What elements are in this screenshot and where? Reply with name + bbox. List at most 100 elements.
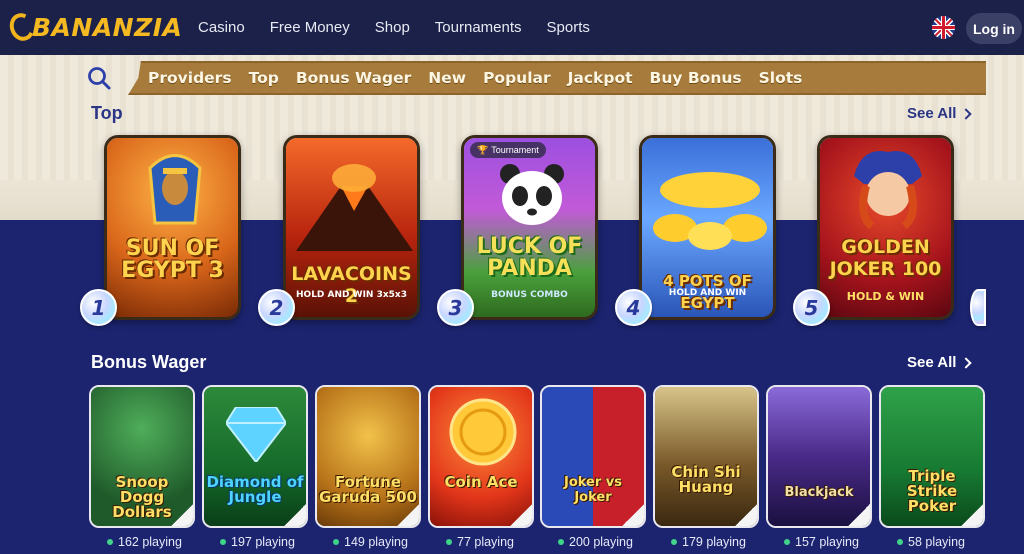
top-see-all-link[interactable]: See All: [907, 105, 973, 122]
bonus-game-card[interactable]: Chin Shi Huang: [653, 385, 759, 528]
playing-count: 149 playing: [333, 535, 408, 549]
online-dot-icon: [784, 539, 790, 545]
bonus-game-card[interactable]: Triple Strike Poker: [879, 385, 985, 528]
bonus-game-card[interactable]: Fortune Garuda 500: [315, 385, 421, 528]
rank-badge: 4: [615, 289, 652, 326]
pharaoh-icon: [148, 154, 202, 225]
gold-pots-icon: [653, 172, 767, 250]
top-game-card[interactable]: SUN OF EGYPT 3: [104, 135, 241, 320]
search-icon[interactable]: [87, 66, 111, 90]
diamond-icon: [226, 407, 286, 462]
playing-label: 149 playing: [344, 535, 408, 549]
rank-badge: 1: [80, 289, 117, 326]
see-all-label: See All: [907, 354, 957, 371]
tournament-badge-label: Tournament: [491, 145, 539, 155]
top-game-card[interactable]: 4 POTS OF EGYPT HOLD AND WIN: [639, 135, 776, 320]
top-section-title: Top: [91, 103, 123, 123]
nav-free-money[interactable]: Free Money: [270, 19, 350, 36]
category-buy-bonus[interactable]: Buy Bonus: [650, 69, 742, 87]
playing-label: 197 playing: [231, 535, 295, 549]
online-dot-icon: [220, 539, 226, 545]
bonus-game-card[interactable]: Blackjack: [766, 385, 872, 528]
uk-flag-icon[interactable]: [932, 16, 955, 39]
game-title: LAVACOINS 2: [291, 263, 412, 307]
playing-count: 58 playing: [897, 535, 965, 549]
category-providers[interactable]: Providers: [148, 69, 232, 87]
bonus-wager-section-title: Bonus Wager: [91, 352, 207, 372]
top-game-card[interactable]: LAVACOINS 2 HOLD AND WIN 3x5x3: [283, 135, 420, 320]
trophy-icon: 🏆: [477, 144, 489, 155]
bonus-game-card[interactable]: Diamond of Jungle: [202, 385, 308, 528]
category-top[interactable]: Top: [249, 69, 279, 87]
category-new[interactable]: New: [428, 69, 466, 87]
bonus-game-card[interactable]: Joker vs Joker: [540, 385, 646, 528]
online-dot-icon: [107, 539, 113, 545]
game-title: SUN OF EGYPT 3: [121, 236, 224, 283]
playing-count: 200 playing: [558, 535, 633, 549]
playing-label: 157 playing: [795, 535, 859, 549]
card-corner-curl: [846, 502, 870, 526]
main-nav: Casino Free Money Shop Tournaments Sport…: [198, 0, 615, 55]
game-title: Diamond of Jungle: [206, 473, 304, 506]
game-subtitle: BONUS COMBO: [491, 290, 568, 300]
nav-sports[interactable]: Sports: [547, 19, 590, 36]
chevron-right-icon: [960, 107, 973, 120]
nav-tournaments[interactable]: Tournaments: [435, 19, 522, 36]
online-dot-icon: [333, 539, 339, 545]
game-title: Blackjack: [784, 485, 854, 500]
nav-casino[interactable]: Casino: [198, 19, 245, 36]
playing-count: 197 playing: [220, 535, 295, 549]
game-title: Coin Ace: [444, 473, 518, 491]
online-dot-icon: [897, 539, 903, 545]
playing-label: 200 playing: [569, 535, 633, 549]
category-jackpot[interactable]: Jackpot: [568, 69, 633, 87]
playing-label: 179 playing: [682, 535, 746, 549]
logo-text: BANANZIA: [32, 12, 183, 42]
game-title: GOLDEN JOKER 100: [829, 236, 942, 280]
category-popular[interactable]: Popular: [483, 69, 551, 87]
game-title: Chin Shi Huang: [671, 463, 741, 496]
bonus-wager-see-all-link[interactable]: See All: [907, 354, 973, 371]
coin-icon: [449, 398, 517, 466]
top-game-card[interactable]: GOLDEN JOKER 100 HOLD & WIN: [817, 135, 954, 320]
category-slots[interactable]: Slots: [759, 69, 803, 87]
see-all-label: See All: [907, 105, 957, 122]
card-corner-curl: [733, 502, 757, 526]
playing-count: 157 playing: [784, 535, 859, 549]
bonus-game-card[interactable]: Coin Ace: [428, 385, 534, 528]
joker-icon: [854, 151, 922, 230]
game-subtitle: HOLD AND WIN 3x5x3: [296, 290, 407, 300]
game-title: Fortune Garuda 500: [319, 473, 417, 506]
nav-shop[interactable]: Shop: [375, 19, 410, 36]
rank-badge-partial: [970, 289, 986, 326]
online-dot-icon: [446, 539, 452, 545]
game-subtitle: HOLD AND WIN: [668, 288, 747, 298]
playing-count: 162 playing: [107, 535, 182, 549]
top-header: BANANZIA Casino Free Money Shop Tourname…: [0, 0, 1024, 55]
panda-icon: [500, 164, 564, 225]
playing-count: 179 playing: [671, 535, 746, 549]
card-corner-curl: [620, 502, 644, 526]
chevron-right-icon: [960, 356, 973, 369]
tournament-badge: 🏆 Tournament: [470, 142, 546, 158]
online-dot-icon: [671, 539, 677, 545]
rank-badge: 5: [793, 289, 830, 326]
game-subtitle: HOLD & WIN: [846, 290, 925, 303]
login-button[interactable]: Log in: [966, 13, 1022, 44]
top-game-card[interactable]: 🏆 Tournament LUCK OF PANDA BONUS COMBO: [461, 135, 598, 320]
online-dot-icon: [558, 539, 564, 545]
playing-label: 77 playing: [457, 535, 514, 549]
playing-count: 77 playing: [446, 535, 514, 549]
rank-badge: 2: [258, 289, 295, 326]
game-title: LUCK OF PANDA: [476, 234, 583, 281]
playing-label: 162 playing: [118, 535, 182, 549]
volcano-icon: [296, 164, 413, 251]
rank-badge: 3: [437, 289, 474, 326]
card-corner-curl: [959, 502, 983, 526]
bananzia-logo[interactable]: BANANZIA: [5, 9, 183, 45]
card-corner-curl: [282, 502, 306, 526]
card-corner-curl: [508, 502, 532, 526]
bonus-game-card[interactable]: Snoop Dogg Dollars: [89, 385, 195, 528]
card-corner-curl: [395, 502, 419, 526]
category-bonus-wager[interactable]: Bonus Wager: [296, 69, 411, 87]
